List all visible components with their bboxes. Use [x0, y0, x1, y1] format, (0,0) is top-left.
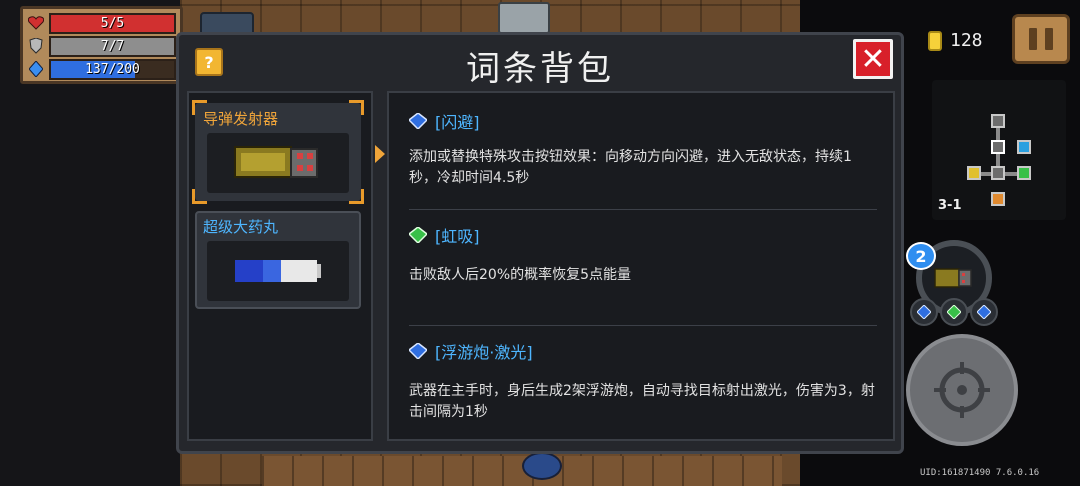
affix-slot-1[interactable] — [910, 298, 938, 326]
affix-entry: [浮游炮·激光] 武器在主手时，身后生成2架浮游炮，自动寻找目标射出激光，伤害为… — [409, 339, 877, 423]
minimap-current-room — [991, 140, 1005, 154]
affix-entry: [虹吸] 击败敌人后20%的概率恢复5点能量 — [409, 223, 877, 286]
missile-launcher-icon — [934, 268, 972, 288]
coin-count: 128 — [950, 30, 983, 51]
item-image-box — [207, 133, 349, 193]
shield-icon — [27, 37, 45, 55]
missile-launcher-icon — [234, 146, 318, 178]
item-card-super-pill[interactable]: 超级大药丸 — [195, 211, 361, 309]
item-name: 导弹发射器 — [203, 110, 279, 128]
energy-crystal-icon — [27, 60, 45, 78]
affix-slot-3[interactable] — [970, 298, 998, 326]
minimap-event-room — [967, 166, 981, 180]
pill-icon — [235, 260, 321, 282]
blue-gem-icon — [977, 305, 991, 319]
close-icon: ✕ — [860, 41, 886, 77]
minimap-chest-room — [991, 192, 1005, 206]
affix-description: 武器在主手时，身后生成2架浮游炮，自动寻找目标射出激光，伤害为3，射击间隔为1秒 — [409, 383, 875, 420]
coin-counter: 128 — [928, 30, 983, 51]
green-gem-icon — [409, 227, 427, 243]
pause-button[interactable] — [1012, 14, 1070, 64]
player-stats-panel: 5/5 7/7 137/200 — [20, 6, 183, 84]
blue-gem-icon — [409, 113, 427, 129]
affix-entry-header: [浮游炮·激光] — [409, 339, 877, 363]
affix-entry-header: [虹吸] — [409, 223, 877, 247]
level-label: 3-1 — [938, 198, 962, 213]
close-button[interactable]: ✕ — [853, 39, 893, 79]
weapon-count-badge: 2 — [906, 242, 936, 270]
affix-entry: [闪避] 添加或替换特殊攻击按钮效果：向移动方向闪避，进入无敌状态，持续1秒，冷… — [409, 109, 877, 189]
hp-row: 5/5 — [27, 12, 176, 34]
blue-gem-icon — [409, 343, 427, 359]
armor-value: 7/7 — [100, 38, 125, 54]
armor-bar: 7/7 — [49, 35, 176, 57]
selection-pointer-icon — [375, 145, 385, 163]
minimap-shop-room — [1017, 166, 1031, 180]
background-floor-bottom — [262, 456, 782, 486]
affix-title: [浮游炮·激光] — [435, 343, 533, 362]
crosshair-icon — [934, 362, 990, 418]
affix-title: [闪避] — [435, 113, 480, 132]
energy-bar: 137/200 — [49, 58, 176, 80]
coin-icon — [928, 30, 942, 51]
item-card-missile-launcher[interactable]: 导弹发射器 — [192, 100, 364, 204]
energy-value: 137/200 — [85, 61, 140, 77]
item-name: 超级大药丸 — [203, 218, 279, 236]
dialog-title: 词条背包 — [466, 49, 614, 89]
attack-button[interactable] — [906, 334, 1018, 446]
affix-title: [虹吸] — [435, 227, 480, 246]
blue-gem-icon — [917, 305, 931, 319]
hp-value: 5/5 — [100, 15, 125, 31]
affix-description: 击败敌人后20%的概率恢复5点能量 — [409, 267, 632, 283]
minimap-portal-room — [1017, 140, 1031, 154]
affix-description: 添加或替换特殊攻击按钮效果：向移动方向闪避，进入无敌状态，持续1秒，冷却时间4.… — [409, 149, 852, 186]
heart-icon — [27, 14, 45, 32]
energy-row: 137/200 — [27, 58, 176, 80]
selection-corner — [192, 189, 207, 204]
affix-entry-header: [闪避] — [409, 109, 877, 133]
divider — [409, 209, 877, 210]
minimap-room — [991, 114, 1005, 128]
affix-detail-panel: [闪避] 添加或替换特殊攻击按钮效果：向移动方向闪避，进入无敌状态，持续1秒，冷… — [387, 91, 895, 441]
uid-version-label: UID:161871490 7.6.0.16 — [920, 468, 1040, 478]
item-image-box — [207, 241, 349, 301]
minimap-room — [991, 166, 1005, 180]
selection-corner — [349, 189, 364, 204]
hp-bar: 5/5 — [49, 12, 176, 34]
background-robot — [498, 2, 550, 34]
armor-row: 7/7 — [27, 35, 176, 57]
pause-icon — [1029, 28, 1037, 50]
affix-slot-2[interactable] — [940, 298, 968, 326]
background-character — [522, 452, 562, 480]
item-list-panel: 导弹发射器 超级大药丸 — [187, 91, 373, 441]
divider — [409, 325, 877, 326]
green-gem-icon — [947, 305, 961, 319]
selection-corner — [349, 100, 364, 115]
affix-bag-dialog: ? 词条背包 ✕ 导弹发射器 超级大药丸 [闪避] 添加或替换特殊攻击按钮效果：… — [176, 32, 904, 454]
minimap: 3-1 — [932, 80, 1066, 220]
